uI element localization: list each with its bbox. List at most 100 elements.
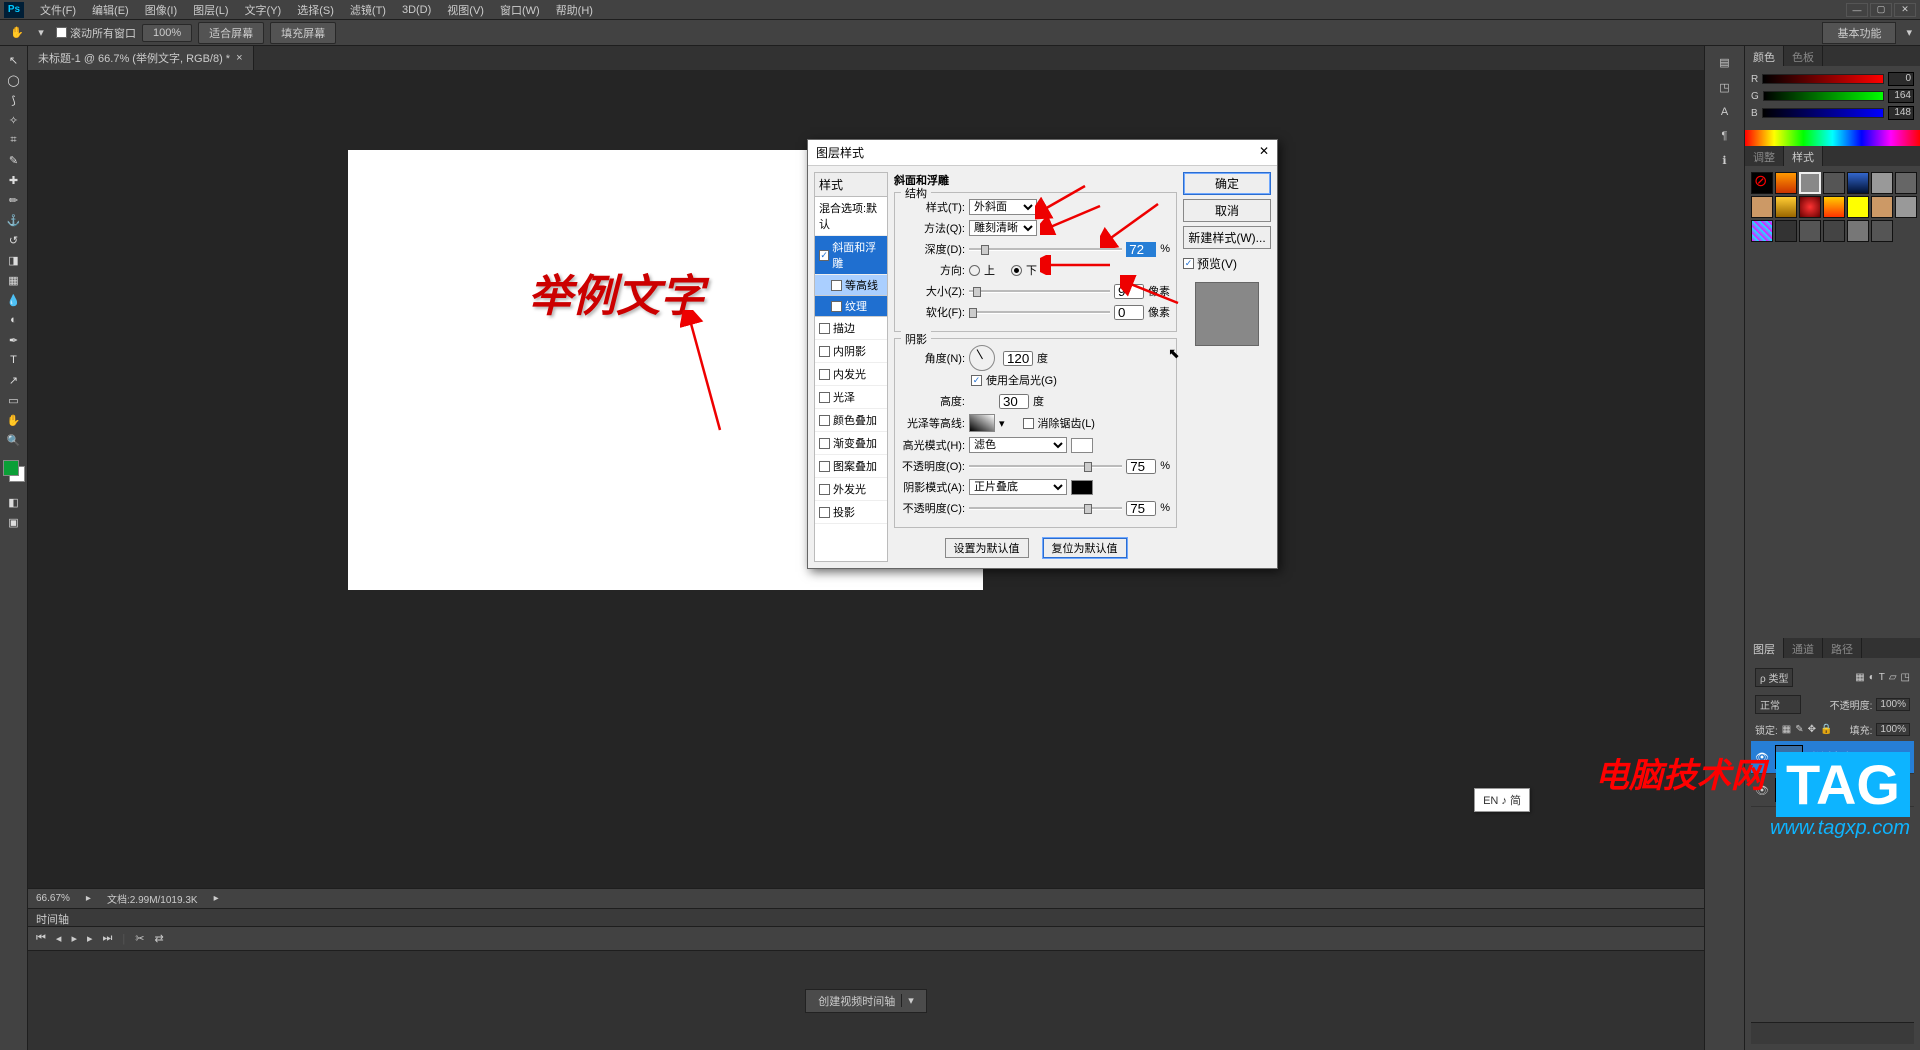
menu-view[interactable]: 视图(V) (439, 0, 492, 20)
menu-filter[interactable]: 滤镜(T) (342, 0, 394, 20)
crop-tool-icon[interactable]: ⌗ (2, 130, 26, 150)
filter-icon[interactable]: T (1879, 672, 1885, 683)
fx-drop-shadow[interactable]: 投影 (815, 501, 887, 524)
close-icon[interactable]: × (236, 52, 242, 64)
gloss-contour-picker[interactable] (969, 414, 995, 432)
technique-select[interactable]: 雕刻清晰 (969, 220, 1037, 236)
angle-input[interactable] (1003, 351, 1033, 366)
lock-move-icon[interactable]: ✥ (1808, 724, 1816, 735)
foreground-color-swatch[interactable] (3, 460, 19, 476)
lock-all-icon[interactable]: 🔒 (1820, 724, 1832, 735)
fx-inner-shadow[interactable]: 内阴影 (815, 340, 887, 363)
reset-default-button[interactable]: 复位为默认值 (1043, 538, 1127, 558)
style-select[interactable]: 外斜面 (969, 199, 1037, 215)
ok-button[interactable]: 确定 (1183, 172, 1271, 195)
create-video-timeline-button[interactable]: 创建视频时间轴 ▾ (805, 989, 927, 1013)
style-swatch[interactable] (1823, 172, 1845, 194)
style-swatch[interactable] (1799, 172, 1821, 194)
chevron-down-icon[interactable]: ▾ (999, 417, 1005, 430)
r-value[interactable]: 0 (1888, 72, 1914, 86)
ime-indicator[interactable]: EN ♪ 简 (1474, 788, 1530, 812)
fx-outer-glow[interactable]: 外发光 (815, 478, 887, 501)
tab-layers[interactable]: 图层 (1745, 638, 1784, 658)
eyedropper-tool-icon[interactable]: ✎ (2, 150, 26, 170)
window-close-button[interactable]: ✕ (1894, 3, 1916, 17)
goto-start-icon[interactable]: ⏮ (36, 932, 46, 945)
fill-value[interactable]: 100% (1876, 723, 1910, 736)
scissors-icon[interactable]: ✂ (135, 932, 144, 945)
r-slider[interactable] (1762, 74, 1884, 84)
character-panel-icon[interactable]: ¶ (1722, 130, 1728, 142)
fx-stroke[interactable]: 描边 (815, 317, 887, 340)
workspace-label[interactable]: 基本功能 (1822, 22, 1896, 44)
info-panel-icon[interactable]: ℹ (1722, 154, 1726, 167)
g-value[interactable]: 164 (1888, 89, 1914, 103)
close-icon[interactable]: ✕ (1259, 144, 1269, 161)
lock-paint-icon[interactable]: ✎ (1795, 724, 1803, 735)
shadow-opacity-slider[interactable] (969, 507, 1122, 510)
menu-type[interactable]: 文字(Y) (237, 0, 290, 20)
zoom-level[interactable]: 66.67% (36, 893, 70, 904)
style-swatch[interactable] (1751, 220, 1773, 242)
window-maximize-button[interactable]: ▢ (1870, 3, 1892, 17)
fit-screen-button[interactable]: 适合屏幕 (198, 22, 264, 44)
gradient-tool-icon[interactable]: ▦ (2, 270, 26, 290)
size-slider[interactable] (969, 290, 1110, 293)
direction-down-radio[interactable] (1011, 265, 1022, 276)
tab-adjustments[interactable]: 调整 (1745, 146, 1784, 166)
shadow-mode-select[interactable]: 正片叠底 (969, 479, 1067, 495)
hand-tool-icon[interactable]: ✋ (2, 410, 26, 430)
menu-edit[interactable]: 编辑(E) (84, 0, 137, 20)
wand-tool-icon[interactable]: ✧ (2, 110, 26, 130)
chevron-right-icon[interactable]: ▸ (86, 893, 91, 904)
lasso-tool-icon[interactable]: ⟆ (2, 90, 26, 110)
shadow-color-swatch[interactable] (1071, 480, 1093, 495)
history-brush-icon[interactable]: ↺ (2, 230, 26, 250)
style-swatch[interactable] (1847, 196, 1869, 218)
fx-satin[interactable]: 光泽 (815, 386, 887, 409)
blend-mode-select[interactable]: 正常 (1755, 695, 1801, 714)
fx-inner-glow[interactable]: 内发光 (815, 363, 887, 386)
style-swatch[interactable] (1895, 172, 1917, 194)
fill-screen-button[interactable]: 填充屏幕 (270, 22, 336, 44)
highlight-opacity-input[interactable] (1126, 459, 1156, 474)
healing-tool-icon[interactable]: ✚ (2, 170, 26, 190)
tab-styles[interactable]: 样式 (1784, 146, 1823, 166)
global-light-checkbox[interactable]: ✓ (971, 375, 982, 386)
highlight-opacity-slider[interactable] (969, 465, 1122, 468)
angle-dial[interactable] (969, 345, 995, 371)
filter-icon[interactable]: ▱ (1889, 672, 1897, 683)
style-swatch[interactable] (1823, 196, 1845, 218)
tab-paths[interactable]: 路径 (1823, 638, 1862, 658)
opacity-value[interactable]: 100% (1876, 698, 1910, 711)
play-icon[interactable]: ▸ (71, 932, 77, 945)
altitude-input[interactable] (999, 394, 1029, 409)
stamp-tool-icon[interactable]: ⚓ (2, 210, 26, 230)
style-swatch[interactable] (1775, 196, 1797, 218)
direction-up-radio[interactable] (969, 265, 980, 276)
transition-icon[interactable]: ⇄ (154, 932, 163, 945)
chevron-down-icon[interactable]: ▾ (901, 994, 914, 1007)
path-tool-icon[interactable]: ↗ (2, 370, 26, 390)
style-swatch[interactable] (1871, 172, 1893, 194)
antialias-checkbox[interactable] (1023, 418, 1034, 429)
style-swatch[interactable] (1847, 220, 1869, 242)
filter-icon[interactable]: ▦ (1855, 672, 1864, 683)
menu-window[interactable]: 窗口(W) (492, 0, 548, 20)
style-swatch[interactable] (1751, 196, 1773, 218)
menu-file[interactable]: 文件(F) (32, 0, 84, 20)
chevron-right-icon[interactable]: ▸ (214, 893, 219, 904)
menu-layer[interactable]: 图层(L) (185, 0, 236, 20)
style-swatch[interactable] (1799, 196, 1821, 218)
navigator-panel-icon[interactable]: ◳ (1719, 81, 1729, 94)
b-value[interactable]: 148 (1888, 106, 1914, 120)
style-swatch[interactable] (1799, 220, 1821, 242)
style-swatch[interactable] (1871, 220, 1893, 242)
preview-checkbox[interactable]: ✓预览(V) (1183, 255, 1271, 272)
style-swatch[interactable] (1775, 220, 1797, 242)
filter-icon[interactable]: ◐ (1869, 672, 1875, 683)
tab-channels[interactable]: 通道 (1784, 638, 1823, 658)
dialog-titlebar[interactable]: 图层样式 ✕ (808, 140, 1277, 166)
menu-image[interactable]: 图像(I) (137, 0, 185, 20)
shape-tool-icon[interactable]: ▭ (2, 390, 26, 410)
